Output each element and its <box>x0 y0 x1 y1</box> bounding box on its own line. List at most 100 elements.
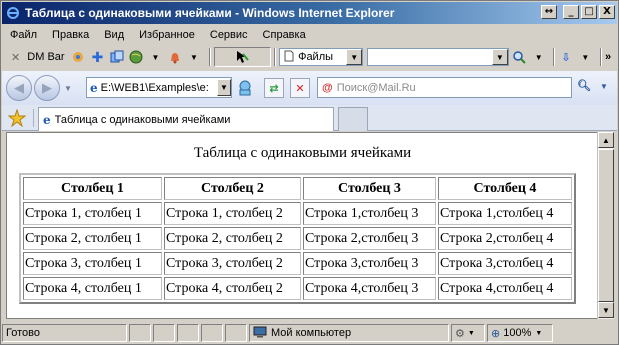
chat-icon[interactable] <box>71 49 86 65</box>
menu-tools[interactable]: Сервис <box>210 29 248 41</box>
address-input[interactable]: e E:\WEB1\Examples\e: ▼ <box>86 77 232 98</box>
table-header: Столбец 2 <box>164 177 301 200</box>
protected-mode-button[interactable]: ⚙ ▼ <box>451 324 485 342</box>
browser-window: Таблица с одинаковыми ячейками - Windows… <box>0 0 619 345</box>
shield-icon: ⚙ <box>455 327 465 340</box>
table-cell: Строка 3,столбец 4 <box>438 252 572 275</box>
files-dropdown[interactable]: Файлы ▼ <box>279 48 364 66</box>
data-table: Столбец 1 Столбец 2 Столбец 3 Столбец 4 … <box>19 173 576 304</box>
close-button[interactable]: X <box>599 5 615 19</box>
title-bar: Таблица с одинаковыми ячейками - Windows… <box>2 2 617 24</box>
table-cell: Строка 4,столбец 4 <box>438 277 572 300</box>
chevron-down-icon[interactable]: ▼ <box>148 49 163 65</box>
files-dropdown-label: Файлы <box>298 51 334 63</box>
favorites-star-icon[interactable] <box>7 108 27 128</box>
status-bar: Готово Мой компьютер ⚙ ▼ ⊕ 100% ▼ <box>2 322 617 344</box>
chevron-down-icon[interactable]: ▼ <box>578 49 593 65</box>
table-cell: Строка 3, столбец 2 <box>164 252 301 275</box>
refresh-icon[interactable]: ⇄ <box>264 78 284 98</box>
stop-icon[interactable]: ✕ <box>290 78 310 98</box>
maximize-button[interactable]: □ <box>581 5 597 19</box>
toolbar-divider <box>208 48 211 66</box>
menu-favorites[interactable]: Избранное <box>139 29 195 41</box>
arrow-left-icon: ◀ <box>14 80 24 95</box>
table-cell: Строка 1, столбец 2 <box>164 202 301 225</box>
table-header: Столбец 4 <box>438 177 572 200</box>
menu-help[interactable]: Справка <box>263 29 306 41</box>
search-go-icon[interactable]: 🔍︎ <box>577 79 591 92</box>
scroll-thumb[interactable] <box>598 149 614 302</box>
chevron-down-icon: ▼ <box>535 329 543 337</box>
status-panel <box>153 324 175 342</box>
table-cell: Строка 2, столбец 2 <box>164 227 301 250</box>
restore-size-button[interactable]: ↔ <box>541 5 557 19</box>
toolbar-divider <box>274 48 277 66</box>
agent-icon[interactable] <box>236 79 254 100</box>
menu-bar: Файл Правка Вид Избранное Сервис Справка <box>2 26 617 44</box>
search-icon[interactable] <box>512 49 527 65</box>
address-url: E:\WEB1\Examples\e: <box>100 81 209 94</box>
window-title: Таблица с одинаковыми ячейками - Windows… <box>25 6 395 20</box>
menu-file[interactable]: Файл <box>10 29 37 41</box>
dm-bar-label[interactable]: DM Bar <box>27 51 64 63</box>
security-zone[interactable]: Мой компьютер <box>249 324 449 342</box>
copy-icon[interactable] <box>109 49 124 65</box>
status-panel <box>177 324 199 342</box>
add-icon[interactable]: ✚ <box>90 49 105 65</box>
zone-label: Мой компьютер <box>271 327 352 339</box>
forward-button[interactable]: ▶ <box>34 75 60 101</box>
chevron-down-icon[interactable]: ▼ <box>346 49 363 65</box>
tab-row: e Таблица с одинаковыми ячейками <box>2 105 617 131</box>
table-row: Строка 3, столбец 1 Строка 3, столбец 2 … <box>23 252 572 275</box>
status-text: Готово <box>2 324 127 342</box>
scroll-down-button[interactable]: ▼ <box>598 302 614 318</box>
table-cell: Строка 4, столбец 2 <box>164 277 301 300</box>
chevron-down-icon[interactable]: ▼ <box>531 49 546 65</box>
chevron-up-icon: ▲ <box>602 135 610 145</box>
vertical-scrollbar[interactable]: ▲ ▼ <box>597 132 614 319</box>
table-cell: Строка 3,столбец 3 <box>303 252 436 275</box>
chevron-down-icon[interactable]: ▼ <box>186 49 201 65</box>
toolbar-more-button[interactable]: » <box>605 51 611 63</box>
tab-active[interactable]: e Таблица с одинаковыми ячейками <box>38 107 334 131</box>
globe-icon[interactable] <box>128 49 143 65</box>
table-header: Столбец 1 <box>23 177 162 200</box>
history-dropdown-icon[interactable]: ▼ <box>64 84 72 93</box>
new-tab-button[interactable] <box>338 107 368 131</box>
page-content: Таблица с одинаковыми ячейками Столбец 1… <box>6 132 597 319</box>
chevron-down-icon: ▼ <box>467 329 475 337</box>
table-row: Строка 2, столбец 1 Строка 2, столбец 2 … <box>23 227 572 250</box>
chevron-down-icon[interactable]: ▼ <box>600 82 608 91</box>
toolbar-divider <box>553 48 556 66</box>
table-header: Столбец 3 <box>303 177 436 200</box>
arrow-right-icon: ▶ <box>42 80 52 95</box>
status-panel <box>201 324 223 342</box>
ie-page-icon: e <box>43 112 51 127</box>
bell-icon[interactable] <box>167 49 182 65</box>
cursor-icon <box>237 51 250 63</box>
table-cell: Строка 4,столбец 3 <box>303 277 436 300</box>
chevron-down-icon: ▼ <box>602 305 610 315</box>
minimize-button[interactable]: _ <box>563 5 579 19</box>
back-button[interactable]: ◀ <box>6 75 32 101</box>
zoom-level: 100% <box>503 327 532 339</box>
close-x-icon[interactable]: ✕ <box>8 49 23 65</box>
document-icon <box>284 50 294 65</box>
chevron-down-icon[interactable]: ▼ <box>217 79 231 96</box>
search-combo[interactable]: ▼ <box>367 48 509 66</box>
pointer-box[interactable] <box>213 47 272 67</box>
status-panel <box>129 324 151 342</box>
table-header-row: Столбец 1 Столбец 2 Столбец 3 Столбец 4 <box>23 177 572 200</box>
menu-view[interactable]: Вид <box>104 29 124 41</box>
favorites-divider <box>33 109 34 127</box>
scroll-up-button[interactable]: ▲ <box>598 132 614 148</box>
chevron-down-icon[interactable]: ▼ <box>491 49 508 65</box>
search-input[interactable]: @ Поиск@Mail.Ru <box>317 77 572 98</box>
table-cell: Строка 2, столбец 1 <box>23 227 162 250</box>
menu-edit[interactable]: Правка <box>52 29 89 41</box>
ie-logo-icon <box>5 5 21 21</box>
download-icon[interactable]: ⇩ <box>558 49 573 65</box>
zoom-button[interactable]: ⊕ 100% ▼ <box>487 324 553 342</box>
table-cell: Строка 2,столбец 3 <box>303 227 436 250</box>
zoom-icon: ⊕ <box>491 327 501 340</box>
